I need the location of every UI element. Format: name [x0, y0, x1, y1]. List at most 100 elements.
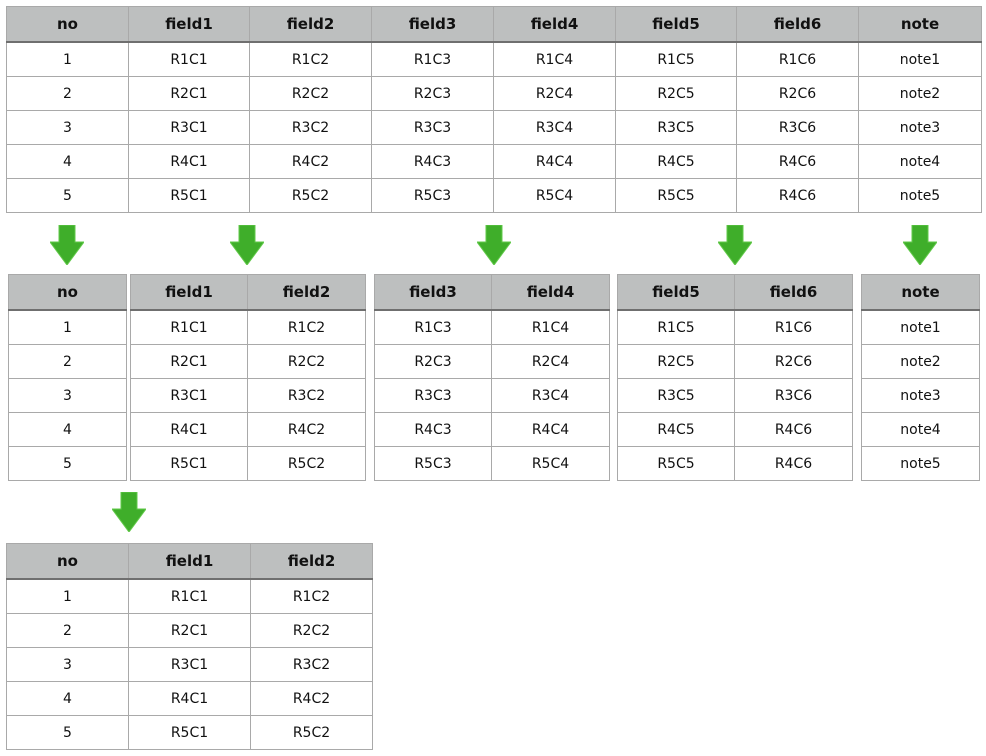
- table-cell: R2C3: [374, 344, 492, 379]
- table-row: 3 R3C1 R3C2: [6, 647, 373, 682]
- table-row: note5: [861, 446, 980, 481]
- table-cell: note1: [858, 41, 982, 77]
- table-row: 2 R2C1 R2C2 R2C3 R2C4 R2C5 R2C6 note2: [6, 76, 982, 111]
- table-cell: R4C1: [130, 412, 248, 447]
- table-cell: 5: [8, 446, 127, 481]
- table-cell: 3: [8, 378, 127, 413]
- table-cell: R3C6: [736, 110, 859, 145]
- table-header-row: field5 field6: [617, 274, 853, 311]
- table-row: R5C5 R4C6: [617, 446, 853, 481]
- table-row: note1: [861, 309, 980, 345]
- table-cell: R4C2: [247, 412, 366, 447]
- table-cell: note5: [858, 178, 982, 213]
- down-arrow-icon: [50, 225, 84, 265]
- table-cell: R3C5: [617, 378, 735, 413]
- table-cell: R1C1: [128, 41, 250, 77]
- table-cell: 5: [6, 178, 129, 213]
- table-cell: R4C5: [617, 412, 735, 447]
- table-row: 2 R2C1 R2C2: [6, 613, 373, 648]
- table-cell: R3C2: [250, 647, 373, 682]
- table-cell: R1C2: [249, 41, 372, 77]
- table-cell: 5: [6, 715, 129, 750]
- split-table-field1-field2: field1 field2 R1C1 R1C2 R2C1 R2C2 R3C1 R3C2 R4C1…: [130, 274, 366, 481]
- table-cell: R2C1: [128, 76, 250, 111]
- table-cell: R2C2: [249, 76, 372, 111]
- column-header: field4: [493, 6, 616, 43]
- split-table-field5-field6: field5 field6 R1C5 R1C6 R2C5 R2C6 R3C5 R3C6 R4C5…: [617, 274, 853, 481]
- table-cell: R2C5: [617, 344, 735, 379]
- table-cell: note5: [861, 446, 980, 481]
- table-cell: note3: [861, 378, 980, 413]
- table-cell: R3C3: [374, 378, 492, 413]
- table-header-row: field3 field4: [374, 274, 610, 311]
- table-cell: R4C6: [736, 178, 859, 213]
- table-row: R1C1 R1C2: [130, 309, 366, 345]
- down-arrow-icon: [477, 225, 511, 265]
- table-cell: R5C3: [374, 446, 492, 481]
- table-row: R4C1 R4C2: [130, 412, 366, 447]
- table-row: 4: [8, 412, 127, 447]
- table-cell: R4C6: [734, 412, 853, 447]
- table-cell: R4C4: [493, 144, 616, 179]
- table-cell: R5C2: [250, 715, 373, 750]
- table-row: R4C3 R4C4: [374, 412, 610, 447]
- table-cell: note1: [861, 309, 980, 345]
- table-row: R1C5 R1C6: [617, 309, 853, 345]
- table-cell: note2: [861, 344, 980, 379]
- table-cell: R1C1: [128, 578, 251, 614]
- column-header: field1: [128, 6, 250, 43]
- table-cell: R3C5: [615, 110, 737, 145]
- table-cell: R5C1: [128, 715, 251, 750]
- table-row: 3: [8, 378, 127, 413]
- table-cell: R1C1: [130, 309, 248, 345]
- table-cell: 1: [6, 41, 129, 77]
- table-cell: R2C6: [734, 344, 853, 379]
- table-cell: R4C4: [491, 412, 610, 447]
- table-cell: 1: [6, 578, 129, 614]
- column-header: no: [8, 274, 127, 311]
- table-cell: R4C5: [615, 144, 737, 179]
- table-row: R3C3 R3C4: [374, 378, 610, 413]
- table-cell: R2C6: [736, 76, 859, 111]
- table-header-row: field1 field2: [130, 274, 366, 311]
- table-cell: 4: [8, 412, 127, 447]
- table-cell: 2: [8, 344, 127, 379]
- table-cell: R2C2: [250, 613, 373, 648]
- table-cell: R2C4: [493, 76, 616, 111]
- table-cell: 4: [6, 144, 129, 179]
- table-cell: R5C2: [247, 446, 366, 481]
- table-cell: R2C4: [491, 344, 610, 379]
- split-table-note: note note1 note2 note3 note4 note5: [861, 274, 980, 481]
- table-cell: R5C4: [493, 178, 616, 213]
- table-cell: R4C2: [249, 144, 372, 179]
- table-row: 5 R5C1 R5C2 R5C3 R5C4 R5C5 R4C6 note5: [6, 178, 982, 213]
- table-cell: R1C2: [250, 578, 373, 614]
- column-header: note: [861, 274, 980, 311]
- table-cell: 3: [6, 647, 129, 682]
- table-row: note3: [861, 378, 980, 413]
- table-cell: R1C4: [491, 309, 610, 345]
- column-header: field4: [491, 274, 610, 311]
- table-cell: R3C1: [130, 378, 248, 413]
- table-cell: R2C2: [247, 344, 366, 379]
- table-cell: note2: [858, 76, 982, 111]
- table-cell: R1C5: [615, 41, 737, 77]
- table-header-row: no: [8, 274, 127, 311]
- table-cell: note4: [861, 412, 980, 447]
- table-cell: R5C4: [491, 446, 610, 481]
- table-cell: R4C3: [371, 144, 494, 179]
- table-cell: R1C3: [374, 309, 492, 345]
- table-cell: R3C4: [493, 110, 616, 145]
- split-table-field3-field4: field3 field4 R1C3 R1C4 R2C3 R2C4 R3C3 R3C4 R4C3…: [374, 274, 610, 481]
- table-cell: R5C3: [371, 178, 494, 213]
- table-cell: R1C5: [617, 309, 735, 345]
- table-row: R5C3 R5C4: [374, 446, 610, 481]
- table-cell: R1C6: [736, 41, 859, 77]
- table-row: 3 R3C1 R3C2 R3C3 R3C4 R3C5 R3C6 note3: [6, 110, 982, 145]
- table-row: R3C5 R3C6: [617, 378, 853, 413]
- table-cell: R3C3: [371, 110, 494, 145]
- column-header: field3: [371, 6, 494, 43]
- column-header: field6: [734, 274, 853, 311]
- table-cell: R1C2: [247, 309, 366, 345]
- column-header: field3: [374, 274, 492, 311]
